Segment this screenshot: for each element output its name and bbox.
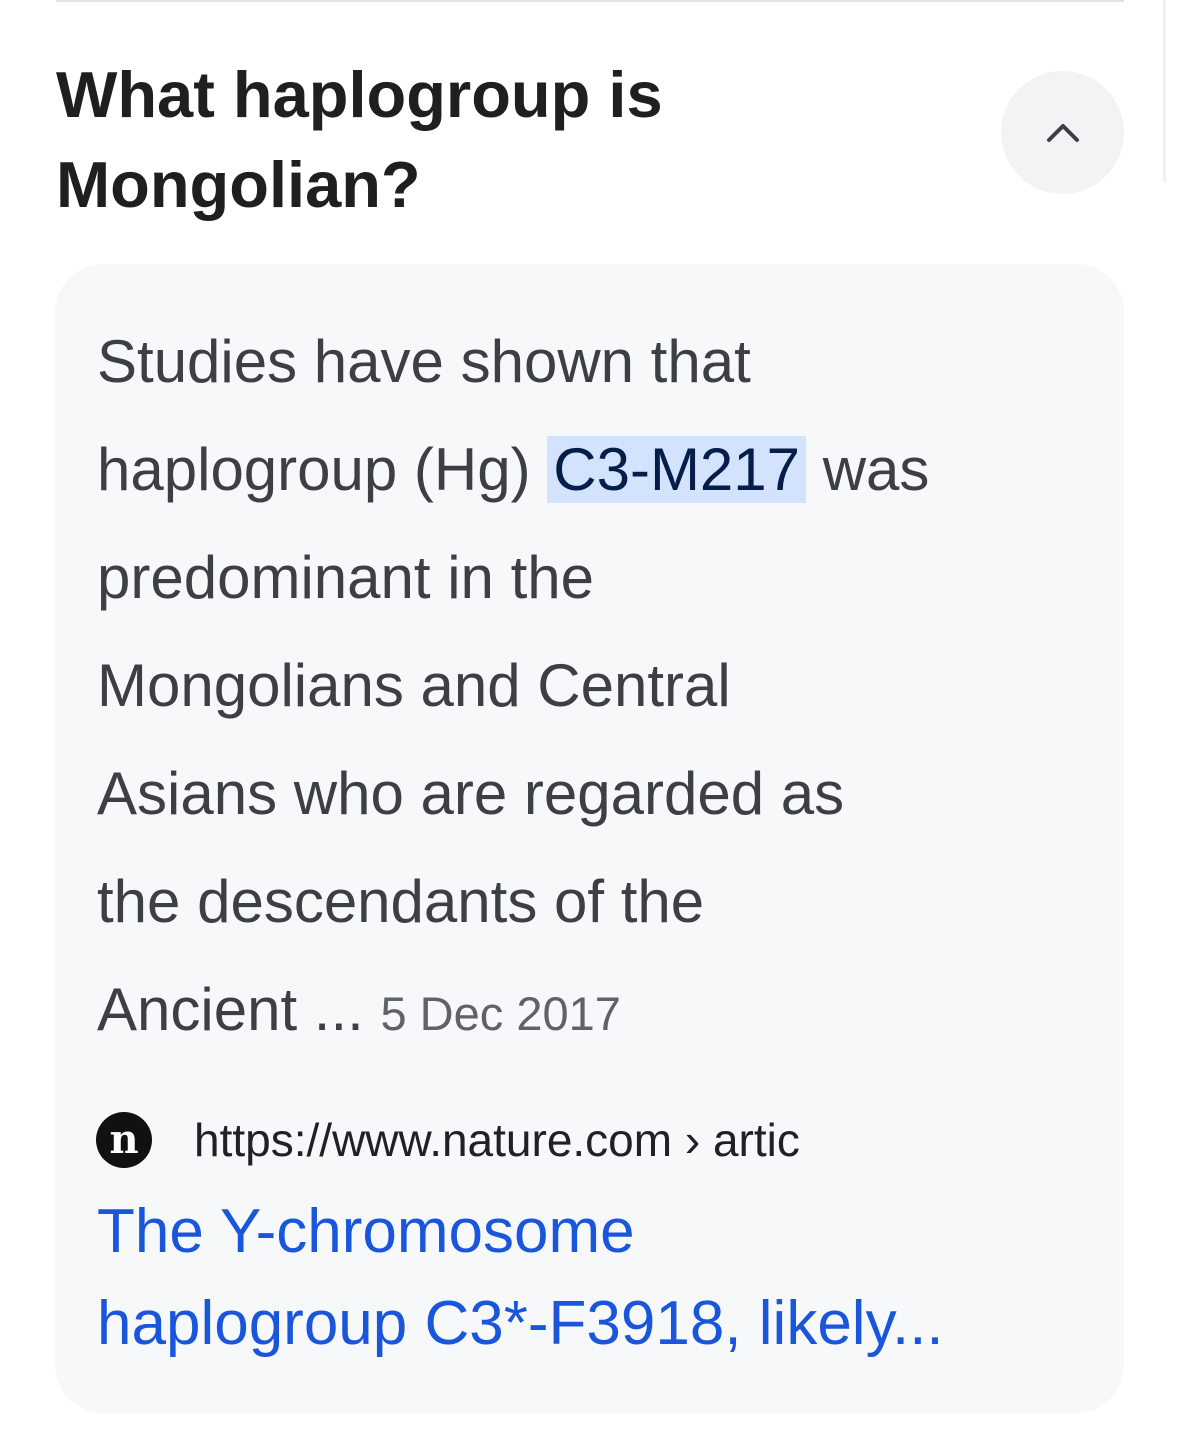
collapse-button[interactable]: [1001, 71, 1124, 194]
result-title-line-2: haplogroup C3*-F3918, likely...: [97, 1289, 944, 1358]
snippet-line: Studies have shown that: [97, 328, 751, 395]
snippet-line: haplogroup (Hg): [97, 436, 548, 503]
snippet-date: 5 Dec 2017: [380, 987, 621, 1040]
question-heading: What haplogroup is Mongolian?: [56, 50, 936, 230]
snippet-line: Asians who are regarded as: [97, 760, 845, 827]
snippet-line: Mongolians and Central: [97, 652, 731, 719]
snippet-line: predominant in the: [97, 544, 594, 611]
source-url[interactable]: https://www.nature.com › artic: [194, 1113, 934, 1167]
snippet-line: Ancient ...: [97, 976, 381, 1043]
answer-snippet: Studies have shown that haplogroup (Hg) …: [97, 308, 1107, 1068]
chevron-up-icon: [1046, 123, 1079, 142]
snippet-line: was: [806, 436, 930, 503]
top-divider: [56, 0, 1124, 2]
highlighted-term: C3-M217: [547, 436, 807, 503]
nature-favicon-icon: n: [96, 1112, 152, 1168]
question-line-1: What haplogroup is: [56, 58, 663, 131]
snippet-line: the descendants of the: [97, 868, 705, 935]
result-title-line-1: The Y-chromosome: [97, 1197, 635, 1266]
source-row[interactable]: n https://www.nature.com › artic: [96, 1110, 934, 1170]
result-title-link[interactable]: The Y-chromosome haplogroup C3*-F3918, l…: [97, 1186, 1107, 1370]
question-line-2: Mongolian?: [56, 148, 421, 221]
scroll-edge: [1163, 0, 1166, 182]
